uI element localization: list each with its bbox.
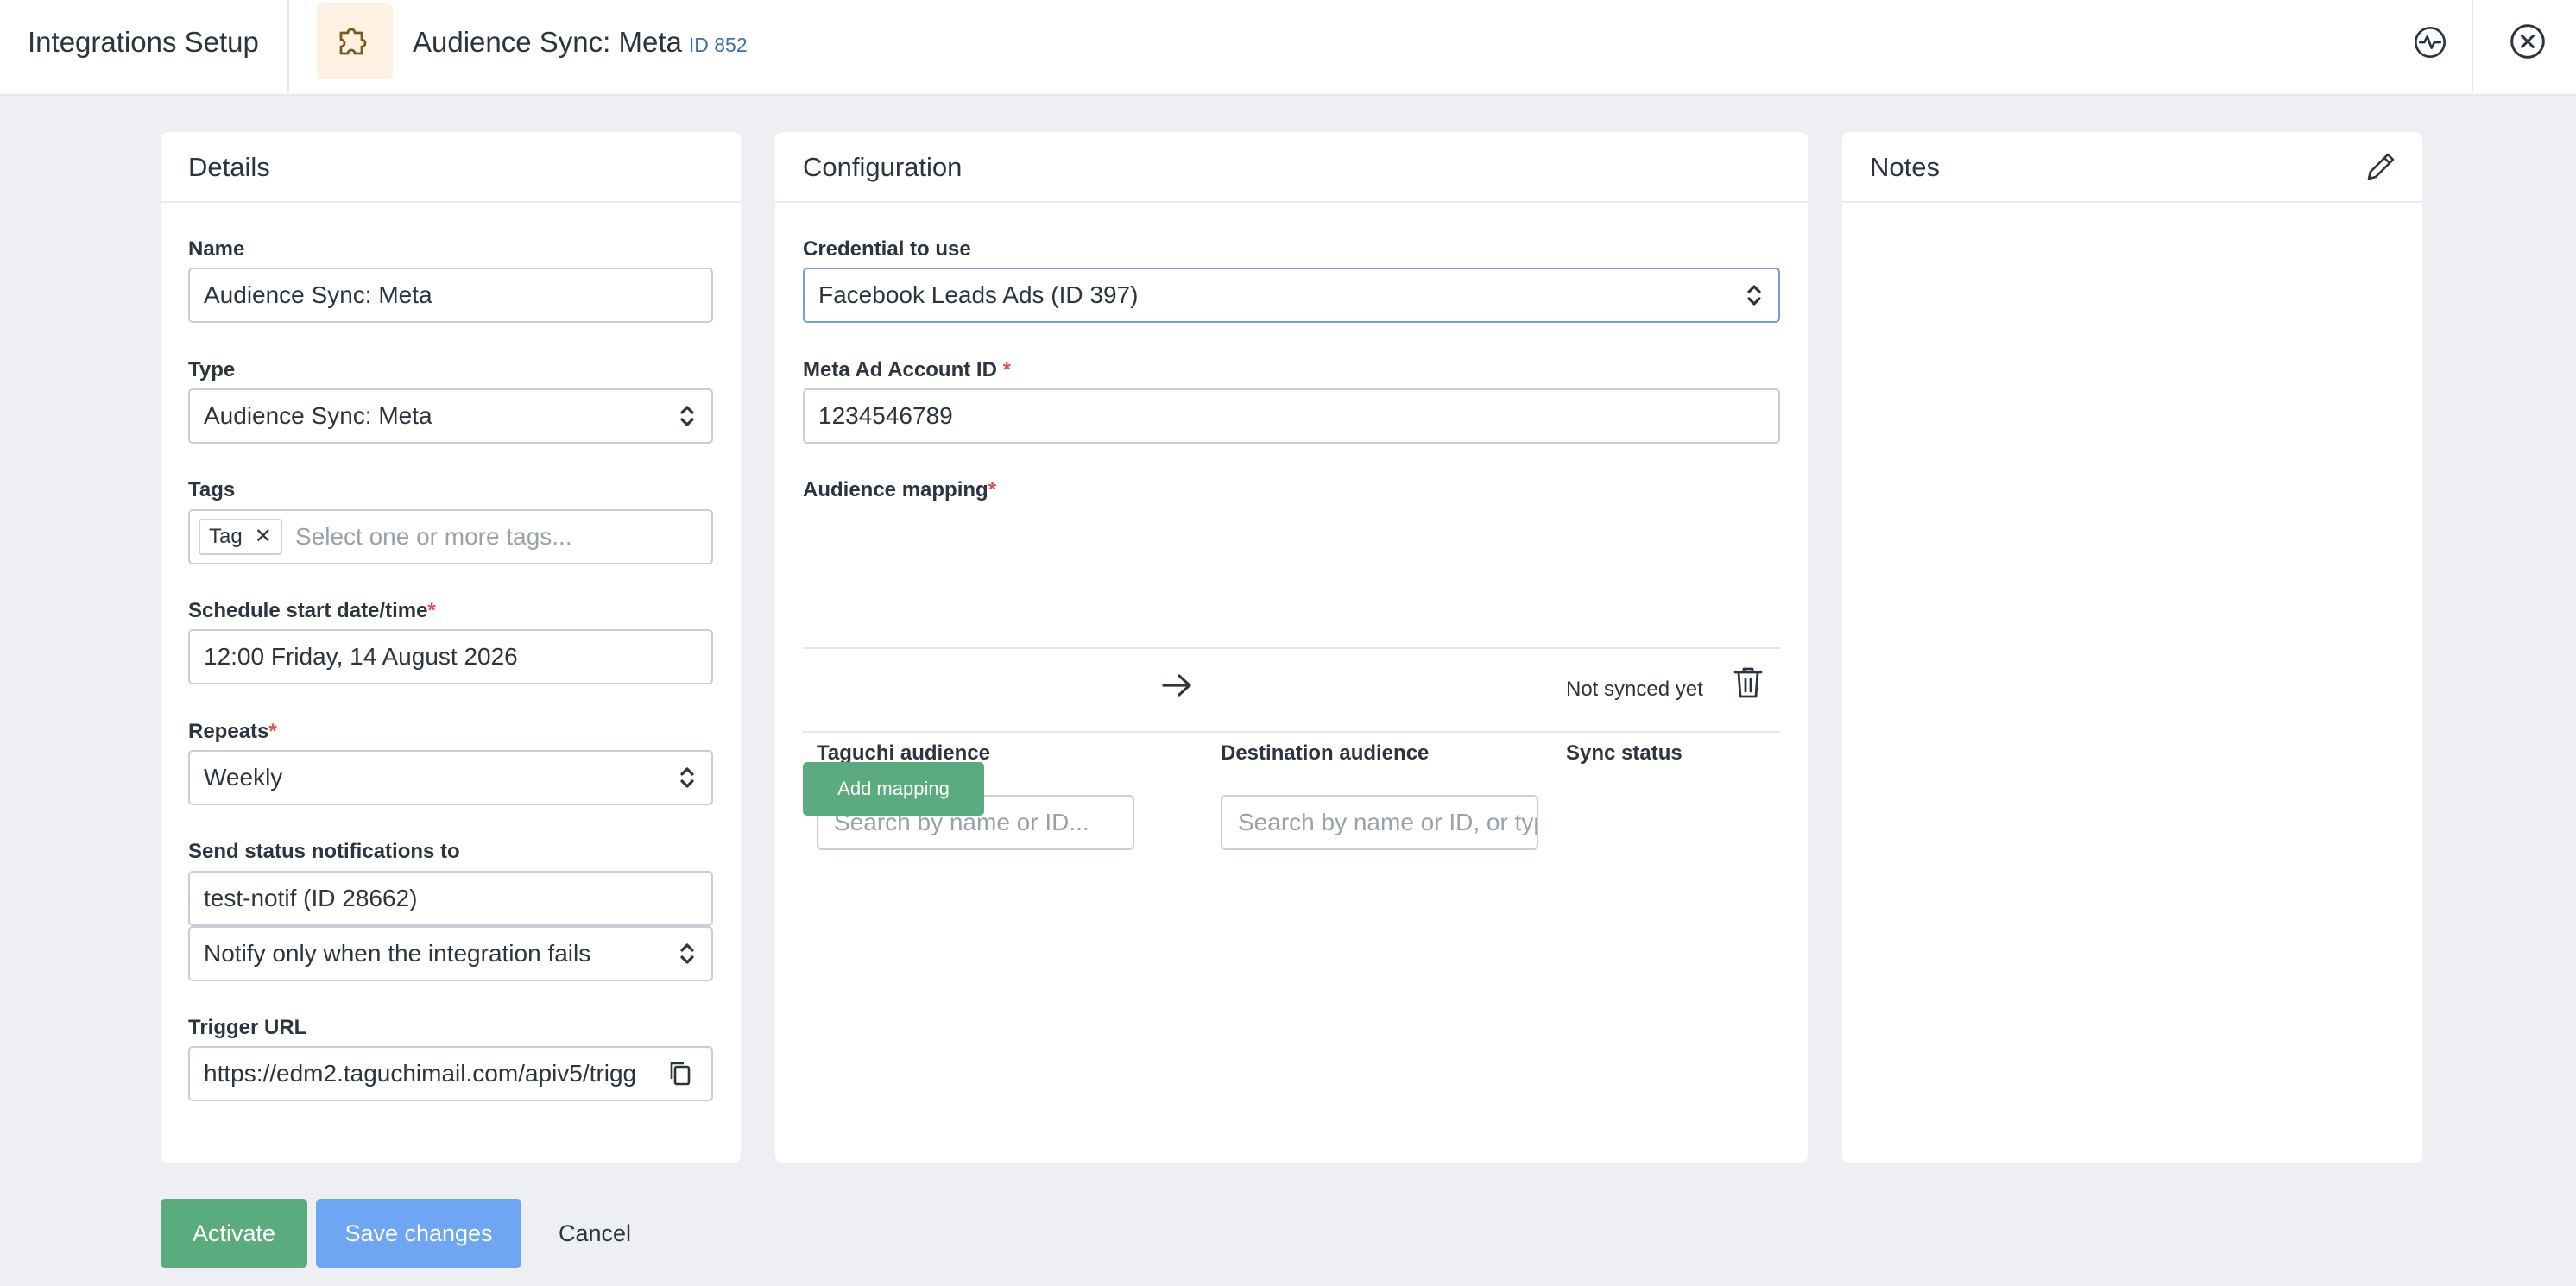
select-arrows-icon [680,943,694,964]
details-header: Details [161,132,741,203]
schedule-label: Schedule start date/time* [188,599,436,622]
divider [287,0,289,96]
tags-placeholder: Select one or more tags... [295,523,572,550]
tag-chip-label: Tag [209,525,243,548]
close-circle-icon[interactable] [2509,22,2547,60]
save-changes-button[interactable]: Save changes [316,1199,521,1268]
app-title: Integrations Setup [28,26,259,58]
configuration-panel: Configuration Credential to use Facebook… [775,132,1808,1163]
audience-mapping-label: Audience mapping* [803,478,997,501]
puzzle-icon [339,28,367,55]
select-arrows-icon [680,406,694,426]
credential-select[interactable]: Facebook Leads Ads (ID 397) [803,268,1780,323]
trash-icon[interactable] [1733,665,1763,700]
repeats-label: Repeats* [188,720,277,743]
schedule-value: 12:00 Friday, 14 August 2026 [204,643,518,670]
repeats-value: Weekly [204,764,283,791]
activate-button[interactable]: Activate [161,1199,307,1268]
destination-audience-search[interactable]: Search by name or ID, or type [1221,795,1538,850]
tag-chip: Tag ✕ [199,519,282,555]
table-header-divider [803,647,1780,649]
configuration-header: Configuration [775,132,1808,203]
select-arrows-icon [680,767,694,788]
configuration-title: Configuration [803,152,963,182]
type-select[interactable]: Audience Sync: Meta [188,388,713,444]
add-mapping-button[interactable]: Add mapping [803,762,984,816]
account-id-field[interactable] [803,388,1780,444]
notify-recipient-value: test-notif (ID 28662) [204,885,418,911]
activity-icon[interactable] [2413,25,2447,60]
trigger-url-value: https://edm2.taguchimail.com/apiv5/trigg [204,1060,637,1087]
type-label: Type [188,358,236,381]
required-mark: * [988,478,997,501]
select-arrows-icon [1747,285,1761,306]
integration-name: Audience Sync: Meta [413,26,682,58]
notify-label: Send status notifications to [188,840,460,863]
account-id-label: Meta Ad Account ID * [803,358,1011,381]
required-mark: * [268,720,277,743]
sync-status: Not synced yet [1566,678,1703,701]
name-input[interactable] [204,270,711,320]
col-destination-audience: Destination audience [1221,741,1430,765]
required-mark: * [1002,358,1011,381]
pencil-icon[interactable] [2365,151,2396,182]
integration-id: ID 852 [688,34,748,56]
notify-recipient-field[interactable]: test-notif (ID 28662) [188,871,713,926]
notify-mode-value: Notify only when the integration fails [204,940,591,967]
divider [2472,0,2473,96]
notify-mode-select[interactable]: Notify only when the integration fails [188,926,713,981]
tag-remove-icon[interactable]: ✕ [255,525,272,548]
notes-panel: Notes [1842,132,2422,1163]
top-bar: Integrations Setup Audience Sync: Meta ID… [0,0,2576,96]
destination-audience-placeholder: Search by name or ID, or type [1238,809,1538,835]
notes-title: Notes [1870,152,1940,182]
integration-title: Audience Sync: Meta ID 852 [413,0,748,85]
details-title: Details [188,152,270,182]
details-panel: Details Name Type Audience Sync: Meta Ta… [161,132,741,1163]
schedule-field[interactable]: 12:00 Friday, 14 August 2026 [188,629,713,684]
arrow-right-icon [1162,674,1191,697]
col-sync-status: Sync status [1566,741,1683,765]
notes-header: Notes [1842,132,2422,203]
name-field[interactable] [188,268,713,323]
repeats-select[interactable]: Weekly [188,750,713,805]
type-value: Audience Sync: Meta [204,402,432,429]
copy-icon[interactable] [668,1060,692,1087]
credential-value: Facebook Leads Ads (ID 397) [818,281,1139,308]
tags-select[interactable]: Tag ✕ Select one or more tags... [188,509,713,564]
cancel-link[interactable]: Cancel [559,1199,631,1268]
tags-label: Tags [188,478,236,501]
integration-icon-tile [317,3,393,79]
table-row-divider [803,731,1780,733]
required-mark: * [427,599,436,622]
trigger-url-field[interactable]: https://edm2.taguchimail.com/apiv5/trigg [188,1046,713,1101]
credential-label: Credential to use [803,237,971,261]
name-label: Name [188,237,245,261]
account-id-input[interactable] [818,391,1778,441]
trigger-url-label: Trigger URL [188,1016,307,1039]
